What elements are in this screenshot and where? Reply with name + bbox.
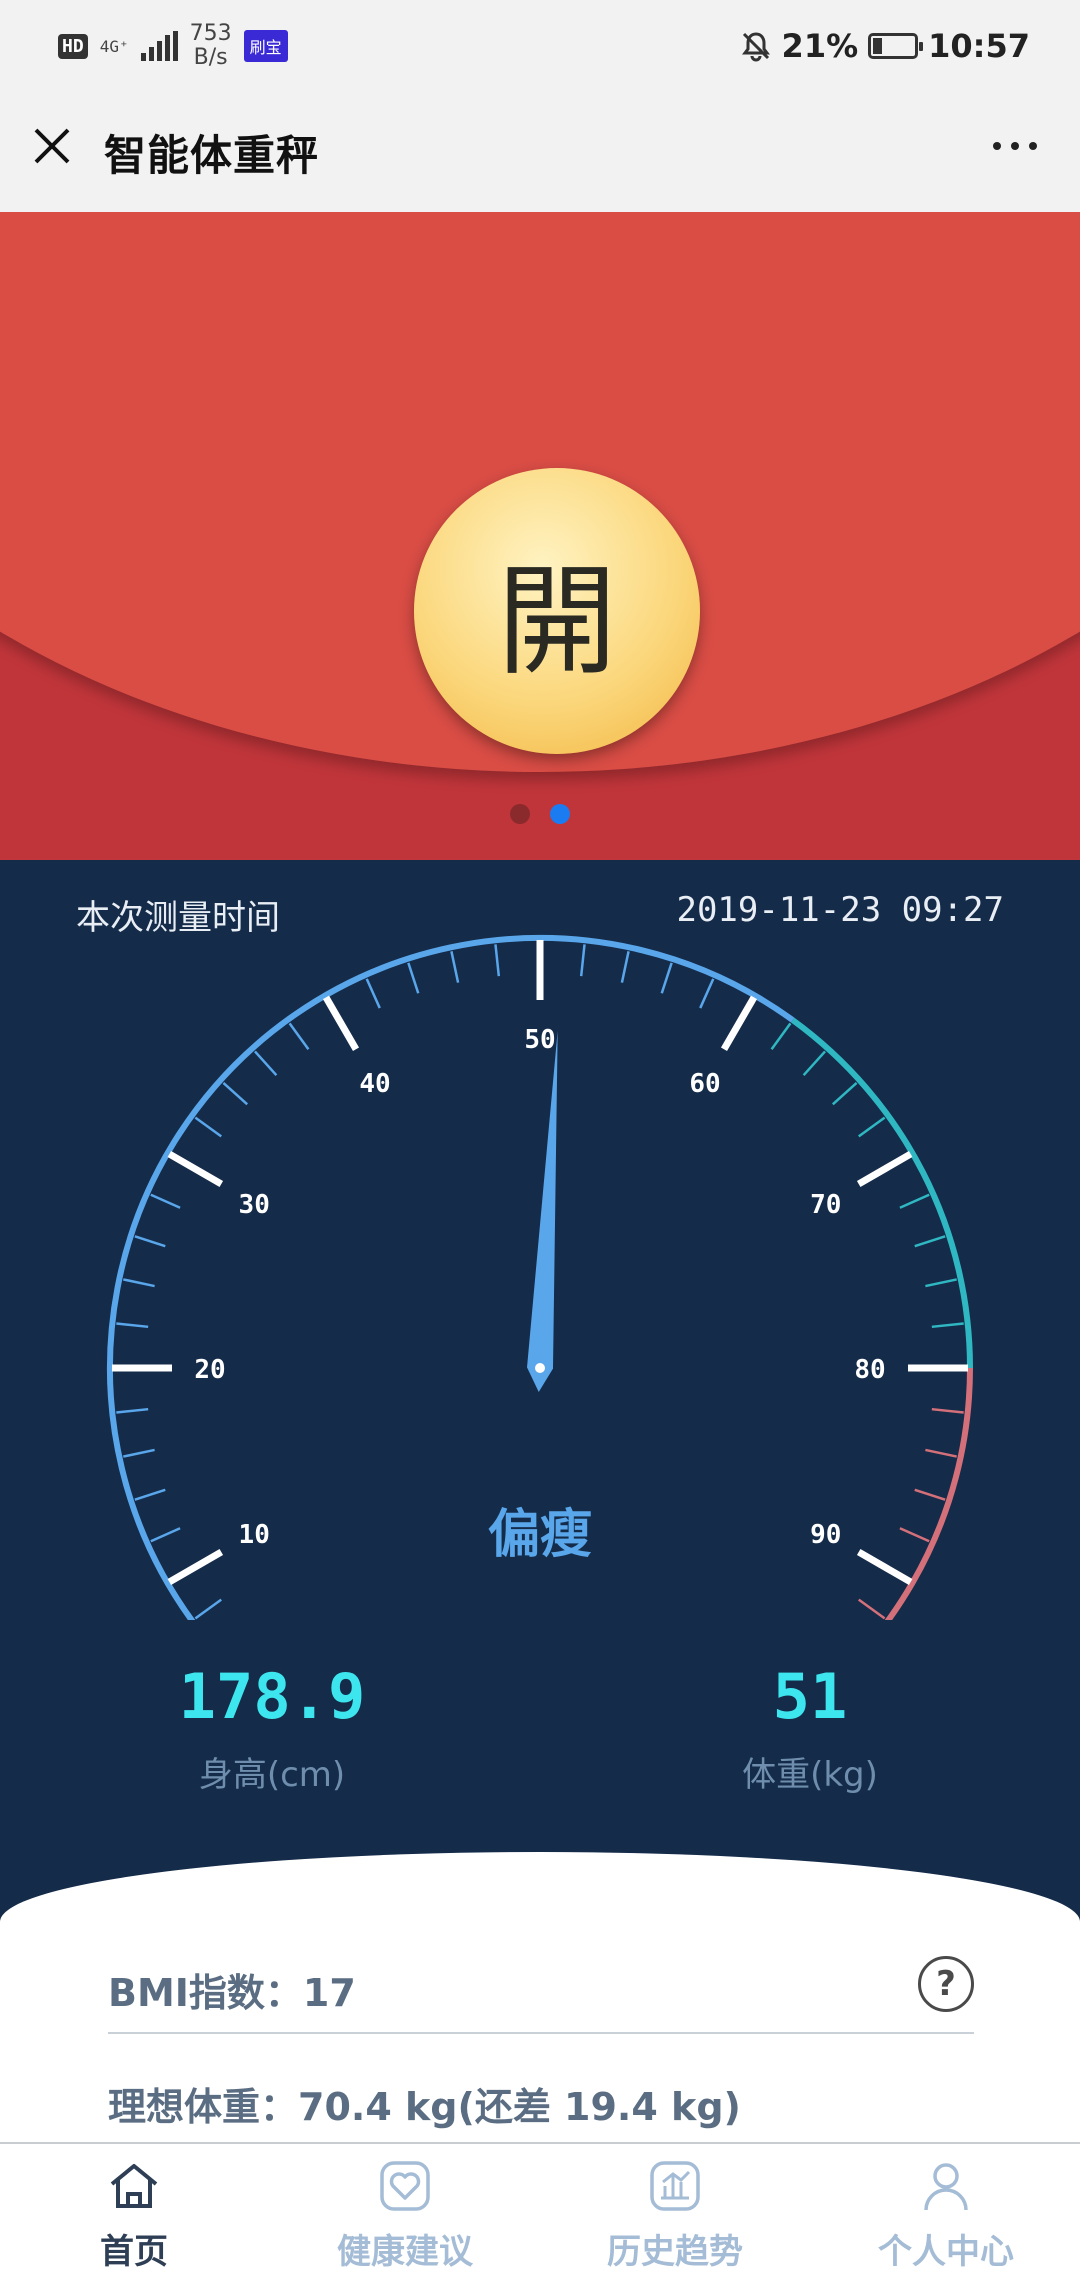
bmi-row: BMI指数：17 ?: [108, 1952, 974, 2034]
gauge-label: 60: [689, 1069, 720, 1099]
battery-icon: [868, 33, 924, 59]
chart-icon: [650, 2161, 700, 2211]
hd-indicator: HD: [58, 33, 88, 59]
close-button[interactable]: [22, 116, 82, 176]
gauge-minor-tick: [194, 1116, 222, 1138]
gauge-needle: [527, 1030, 558, 1392]
gauge-minor-tick: [116, 1407, 149, 1414]
gauge-label: 80: [854, 1355, 885, 1385]
battery-percent: 21%: [781, 27, 859, 65]
gauge-major-tick: [322, 995, 360, 1052]
tab-health-advice[interactable]: 健康建议: [295, 2158, 515, 2278]
bmi-text: BMI指数：17: [108, 1971, 356, 2015]
open-label: 開: [497, 553, 617, 692]
tab-home-label: 首页: [100, 2232, 168, 2272]
gauge-minor-tick: [660, 962, 673, 994]
weight-stat: 51 体重(kg): [660, 1660, 960, 1796]
gauge-minor-tick: [116, 1322, 149, 1329]
gauge-minor-tick: [620, 951, 630, 983]
carousel-dot[interactable]: [510, 804, 530, 824]
tab-history-trend[interactable]: 历史趋势: [565, 2158, 785, 2278]
gauge-label: 70: [810, 1190, 841, 1220]
gauge-major-tick: [856, 1150, 913, 1188]
gauge-minor-tick: [222, 1082, 249, 1106]
gauge-minor-tick: [288, 1022, 310, 1050]
carousel-indicator: [510, 804, 570, 824]
gauge-needle-pivot: [535, 1363, 545, 1373]
gauge-minor-tick: [925, 1278, 957, 1288]
gauge-minor-tick: [858, 1116, 886, 1138]
gauge-minor-tick: [831, 1082, 858, 1106]
weight-status: 偏瘦: [487, 1505, 592, 1565]
title-bar: 智能体重秤: [0, 92, 1080, 212]
net-speed-unit: B/s: [193, 45, 228, 70]
weight-label: 体重(kg): [742, 1755, 878, 1795]
more-dot-icon: [1011, 142, 1019, 150]
gauge-minor-tick: [150, 1193, 181, 1209]
gauge-minor-tick: [699, 978, 715, 1009]
gauge-minor-tick: [579, 944, 586, 977]
gauge-label: 40: [359, 1069, 390, 1099]
more-menu-button[interactable]: [980, 116, 1050, 176]
gauge-minor-tick: [899, 1193, 930, 1209]
gauge-label: 50: [524, 1025, 555, 1055]
gauge-minor-tick: [925, 1448, 957, 1458]
weight-value: 51: [772, 1660, 848, 1733]
user-icon: [924, 2163, 968, 2211]
clock: 10:57: [928, 27, 1030, 65]
tab-home[interactable]: 首页: [24, 2158, 244, 2278]
gauge-minor-tick: [450, 951, 460, 983]
heart-icon: [380, 2161, 430, 2211]
tab-health-advice-label: 健康建议: [337, 2232, 473, 2272]
more-dot-icon: [993, 142, 1001, 150]
gauge-minor-tick: [931, 1407, 964, 1414]
gauge-minor-tick: [407, 962, 420, 994]
info-card: BMI指数：17 ? 理想体重：70.4 kg(还差 19.4 kg): [0, 1852, 1080, 2142]
net-speed: 753 B/s: [190, 22, 232, 70]
gauge-minor-tick: [365, 978, 381, 1009]
gauge-major-tick: [167, 1150, 224, 1188]
open-envelope-button[interactable]: 開: [414, 468, 700, 754]
help-button[interactable]: ?: [918, 1956, 974, 2012]
gauge-label: 20: [194, 1355, 225, 1385]
gauge-minor-tick: [858, 1598, 886, 1620]
gauge-minor-tick: [254, 1050, 278, 1077]
signal-icon: [140, 31, 178, 61]
measurement-dashboard: 本次测量时间 2019-11-23 09:27 0102030405060708…: [0, 860, 1080, 1960]
height-value: 178.9: [178, 1660, 366, 1733]
gauge-minor-tick: [770, 1022, 792, 1050]
page-title: 智能体重秤: [104, 131, 320, 180]
app-badge: 刷宝: [243, 30, 288, 62]
more-dot-icon: [1029, 142, 1037, 150]
tab-profile[interactable]: 个人中心: [836, 2158, 1056, 2278]
gauge-minor-tick: [931, 1322, 964, 1329]
gauge-minor-tick: [123, 1278, 155, 1288]
tab-profile-label: 个人中心: [878, 2232, 1014, 2272]
gauge-label: 30: [239, 1190, 270, 1220]
ideal-weight-text: 理想体重：70.4 kg(还差 19.4 kg): [108, 2085, 741, 2129]
gauge-minor-tick: [802, 1050, 826, 1077]
red-envelope-banner[interactable]: 開: [0, 212, 1080, 860]
gauge-minor-tick: [194, 1598, 222, 1620]
gauge-minor-tick: [494, 944, 501, 977]
network-type: 4G⁺: [99, 36, 129, 56]
status-bar: HD 4G⁺ 753 B/s 刷宝 21% 10:57: [0, 0, 1080, 92]
gauge-minor-tick: [134, 1235, 166, 1248]
bell-off-icon: [741, 32, 770, 62]
height-stat: 178.9 身高(cm): [122, 1660, 422, 1796]
carousel-dot-active[interactable]: [550, 804, 570, 824]
gauge-major-tick: [720, 995, 758, 1052]
height-label: 身高(cm): [198, 1755, 346, 1795]
bottom-tab-bar: 首页 健康建议 历史趋势 个人中心: [0, 2142, 1080, 2282]
close-icon: [34, 128, 70, 164]
tab-history-trend-label: 历史趋势: [607, 2232, 743, 2272]
home-icon: [110, 2164, 158, 2208]
gauge-minor-tick: [123, 1448, 155, 1458]
net-speed-value: 753: [189, 21, 232, 46]
gauge-minor-tick: [914, 1235, 946, 1248]
